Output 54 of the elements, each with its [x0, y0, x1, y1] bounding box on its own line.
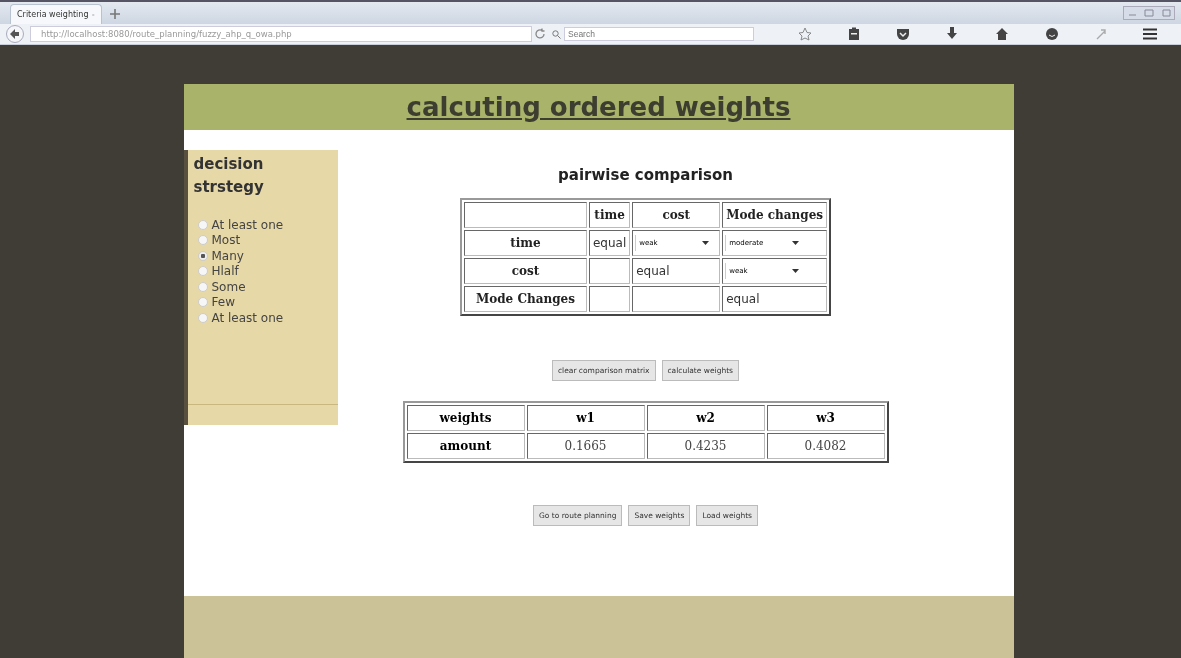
caret-icon	[792, 241, 800, 245]
column-header: weights	[406, 405, 525, 431]
option-label: At least one	[211, 310, 284, 325]
table-cell: equal	[722, 286, 828, 312]
column-header: time	[588, 202, 631, 228]
option-label: Many	[211, 248, 244, 263]
table-cell	[588, 286, 631, 312]
radio-button[interactable]	[197, 312, 208, 323]
option-label: At least one	[211, 217, 284, 232]
page-title: calcuting ordered weights	[406, 92, 791, 122]
table-cell: 0.4235	[646, 433, 765, 459]
table-cell: 0.4082	[766, 433, 885, 459]
radio-button[interactable]	[197, 250, 208, 261]
home-icon[interactable]	[994, 27, 1009, 41]
radio-button[interactable]	[197, 281, 208, 292]
row-header: cost	[463, 258, 587, 284]
option-label: Hlalf	[211, 264, 239, 279]
row-header: Mode Changes	[463, 286, 587, 312]
new-tab-icon[interactable]	[110, 9, 120, 19]
radio-button[interactable]	[197, 266, 208, 277]
table-cell: equal	[632, 258, 721, 284]
share-icon[interactable]	[1094, 28, 1107, 40]
reload-icon[interactable]	[534, 28, 546, 40]
table-cell	[588, 258, 631, 284]
row-header: amount	[406, 433, 525, 459]
section-title: pairwise comparison	[558, 166, 733, 184]
back-icon[interactable]	[6, 25, 24, 43]
column-header: w3	[766, 405, 885, 431]
search-field[interactable]: Search	[564, 27, 754, 41]
option-label: Few	[211, 295, 235, 310]
column-header: w2	[646, 405, 765, 431]
sidebar-title: decision strstegy	[192, 154, 265, 198]
row-header: time	[463, 230, 587, 256]
table-cell: equal	[588, 230, 631, 256]
smiley-icon[interactable]	[1044, 27, 1059, 41]
caret-icon	[792, 269, 800, 273]
option-label: Some	[211, 279, 246, 294]
option-label: Most	[211, 233, 241, 248]
column-header: Mode changes	[722, 202, 828, 228]
window-controls-icon[interactable]	[1123, 6, 1175, 20]
star-icon[interactable]	[798, 27, 813, 41]
browser-tab[interactable]: Criteria weighting	[10, 4, 102, 24]
pocket-icon[interactable]	[896, 27, 911, 41]
radio-button[interactable]	[197, 297, 208, 308]
download-icon[interactable]	[946, 27, 959, 41]
radio-button[interactable]	[197, 219, 208, 230]
menu-icon[interactable]	[1142, 28, 1157, 40]
search-icon	[552, 29, 561, 39]
clipboard-icon[interactable]	[848, 27, 861, 41]
column-header: cost	[632, 202, 721, 228]
radio-button[interactable]	[197, 235, 208, 246]
column-header: w1	[526, 405, 645, 431]
table-cell: 0.1665	[526, 433, 645, 459]
caret-icon	[702, 241, 710, 245]
